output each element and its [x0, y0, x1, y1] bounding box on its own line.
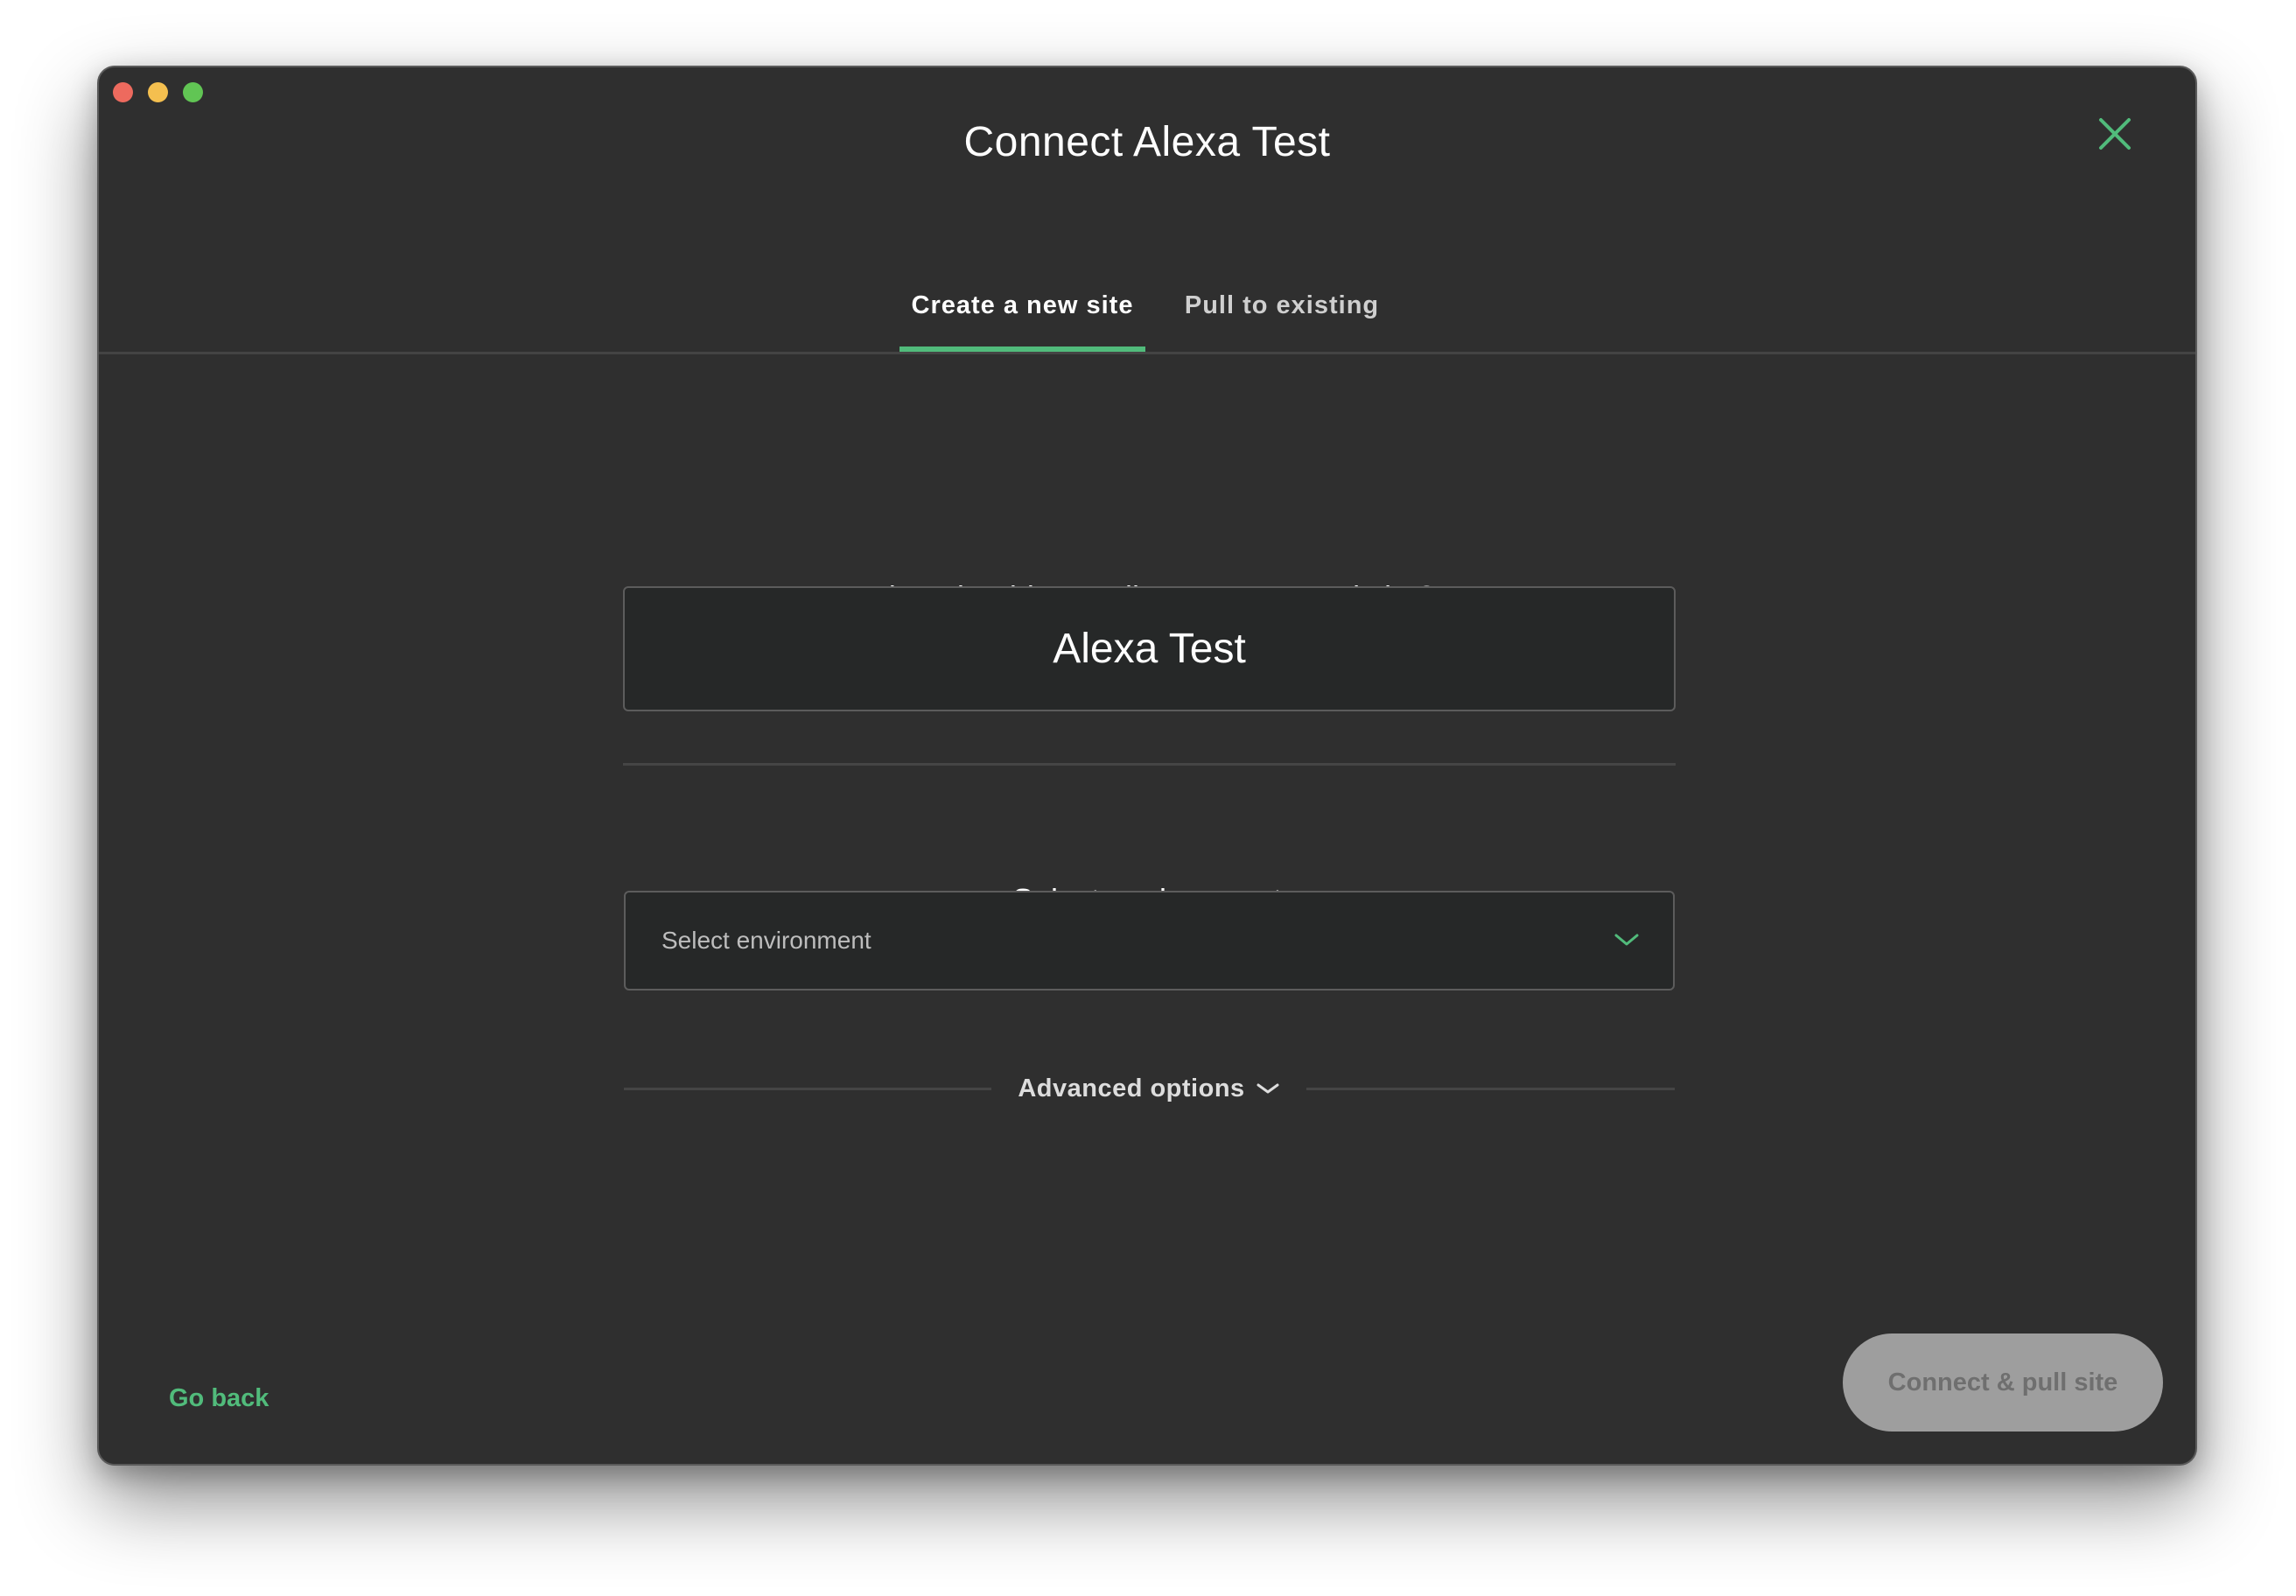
- advanced-divider-left: [624, 1088, 991, 1090]
- tab-bar: Create a new site Pull to existing: [99, 260, 2195, 354]
- window-maximize-button[interactable]: [183, 82, 203, 102]
- site-name-input[interactable]: [623, 586, 1676, 711]
- chevron-down-icon: [1256, 1083, 1279, 1094]
- connect-pull-site-button[interactable]: Connect & pull site: [1843, 1334, 2163, 1432]
- window-minimize-button[interactable]: [148, 82, 168, 102]
- chevron-down-icon: [1614, 931, 1640, 948]
- environment-select[interactable]: Select environment: [624, 891, 1675, 990]
- tab-pull-to-existing[interactable]: Pull to existing: [1172, 260, 1391, 352]
- go-back-link[interactable]: Go back: [169, 1384, 269, 1413]
- window-controls: [113, 82, 203, 102]
- dialog-title: Connect Alexa Test: [963, 119, 1331, 165]
- environment-select-placeholder: Select environment: [662, 927, 872, 954]
- close-icon[interactable]: [2094, 113, 2136, 155]
- advanced-options-toggle[interactable]: Advanced options: [1009, 1069, 1289, 1108]
- advanced-divider-right: [1306, 1088, 1675, 1090]
- section-divider: [623, 763, 1676, 766]
- connect-dialog-window: Connect Alexa Test Create a new site Pul…: [97, 66, 2197, 1466]
- window-close-button[interactable]: [113, 82, 133, 102]
- tab-create-new-site[interactable]: Create a new site: [900, 260, 1145, 352]
- advanced-options-label: Advanced options: [1018, 1074, 1245, 1102]
